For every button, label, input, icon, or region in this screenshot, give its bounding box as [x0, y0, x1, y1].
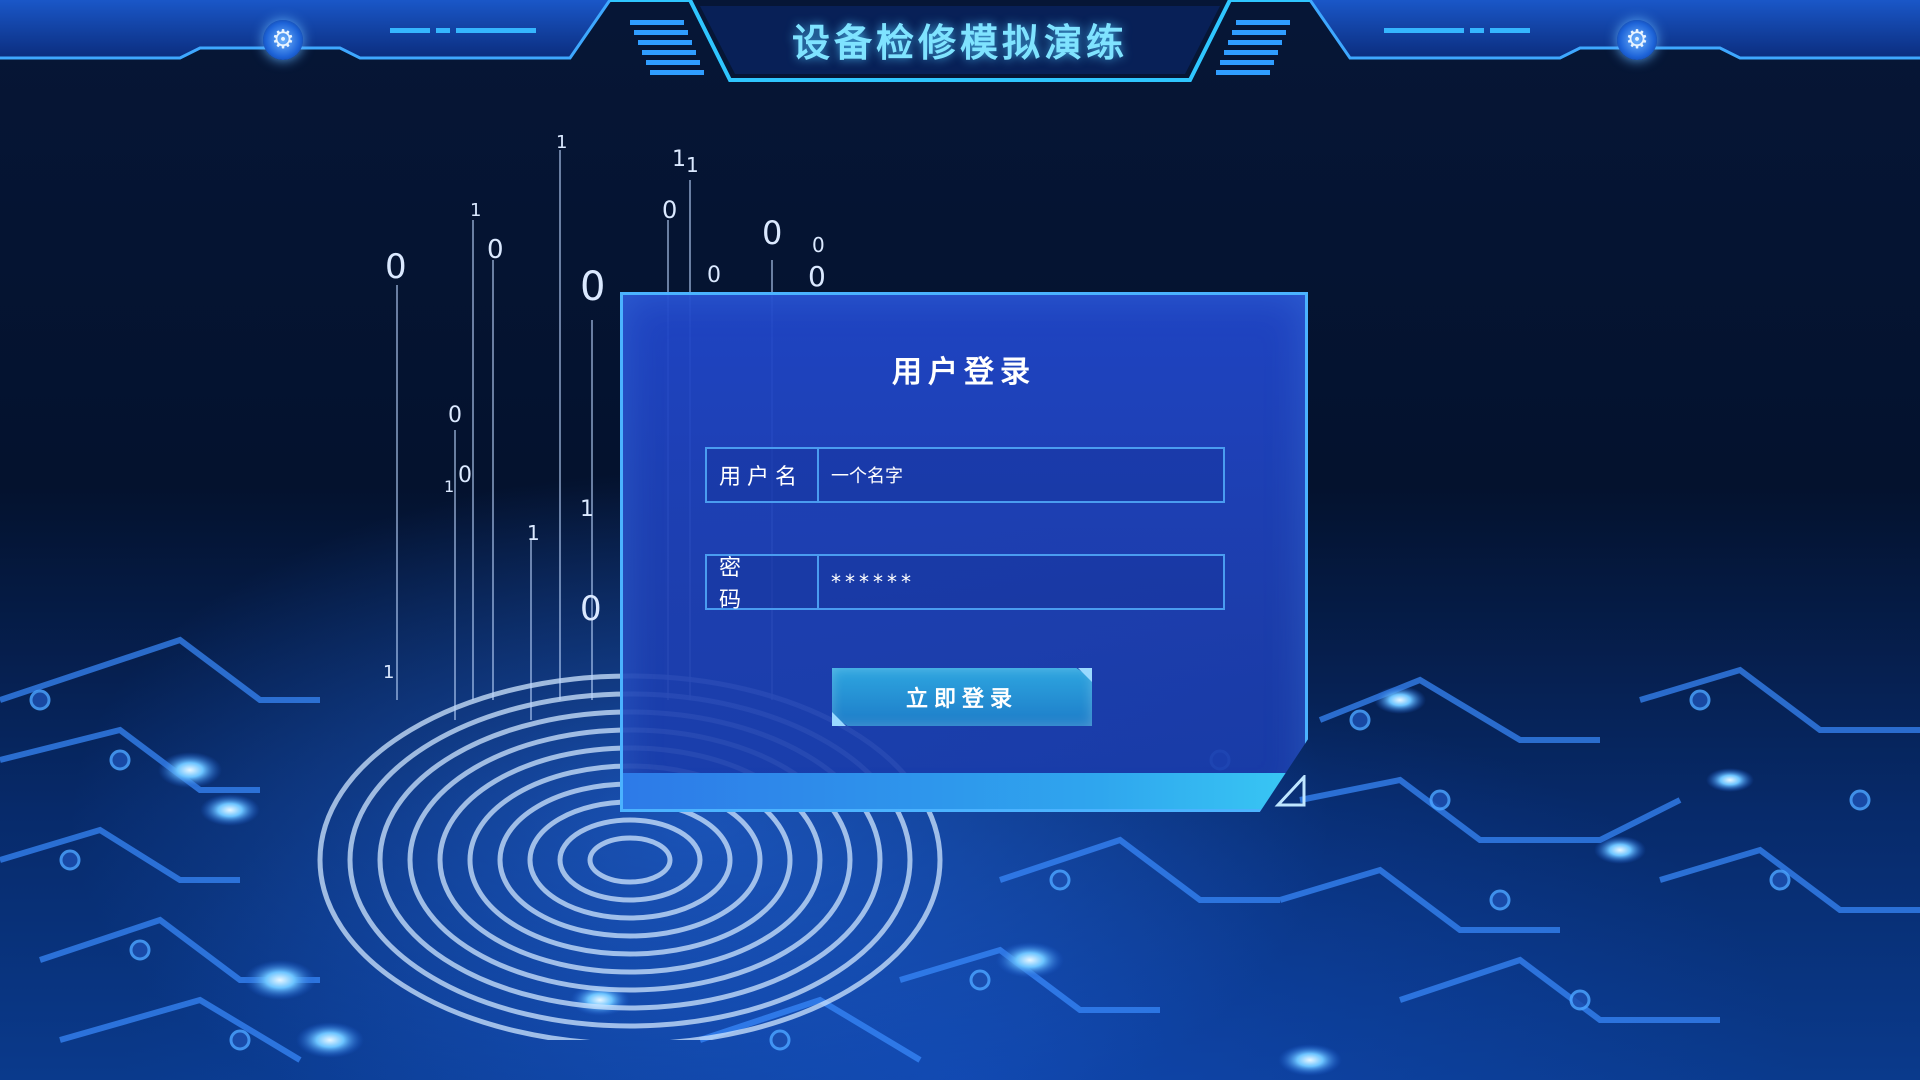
password-field: 密 码: [705, 554, 1225, 613]
username-field: 用户名: [705, 447, 1225, 503]
svg-text:0: 0: [487, 235, 504, 265]
login-panel: 用户登录 用户名 密 码 立即登录: [620, 292, 1308, 812]
login-title: 用户登录: [892, 355, 1036, 390]
svg-text:0: 0: [580, 589, 602, 629]
login-button[interactable]: 立即登录: [832, 668, 1092, 726]
password-label: 密 码: [707, 556, 819, 613]
svg-text:0: 0: [812, 233, 825, 257]
svg-text:0: 0: [662, 196, 677, 224]
svg-text:0: 0: [762, 214, 782, 252]
gear-icon: ⚙: [1617, 20, 1657, 60]
svg-text:0: 0: [707, 263, 721, 288]
svg-text:1: 1: [470, 200, 481, 221]
svg-text:0: 0: [458, 463, 472, 488]
svg-text:1: 1: [527, 521, 540, 545]
svg-text:1: 1: [444, 477, 454, 496]
gear-icon: ⚙: [263, 20, 303, 60]
svg-text:0: 0: [448, 403, 462, 428]
page-title: 设备检修模拟演练: [791, 21, 1129, 65]
svg-text:1: 1: [686, 153, 699, 177]
panel-bottom-bar: [623, 773, 1305, 809]
triangle-corner-icon: [1274, 775, 1306, 807]
username-label: 用户名: [707, 449, 819, 501]
svg-text:0: 0: [808, 260, 826, 293]
svg-text:1: 1: [556, 132, 567, 153]
svg-text:1: 1: [672, 147, 686, 172]
svg-text:0: 0: [580, 264, 605, 310]
login-screen: 0 0 1 1 1 1 0 0 0 0 0 1 1 1 0 1 0 0 0 ⚙ …: [0, 0, 1920, 1080]
password-input[interactable]: [819, 556, 1223, 608]
svg-text:1: 1: [580, 497, 594, 522]
svg-text:0: 0: [385, 247, 407, 287]
username-input[interactable]: [819, 449, 1223, 501]
svg-text:1: 1: [383, 662, 394, 683]
